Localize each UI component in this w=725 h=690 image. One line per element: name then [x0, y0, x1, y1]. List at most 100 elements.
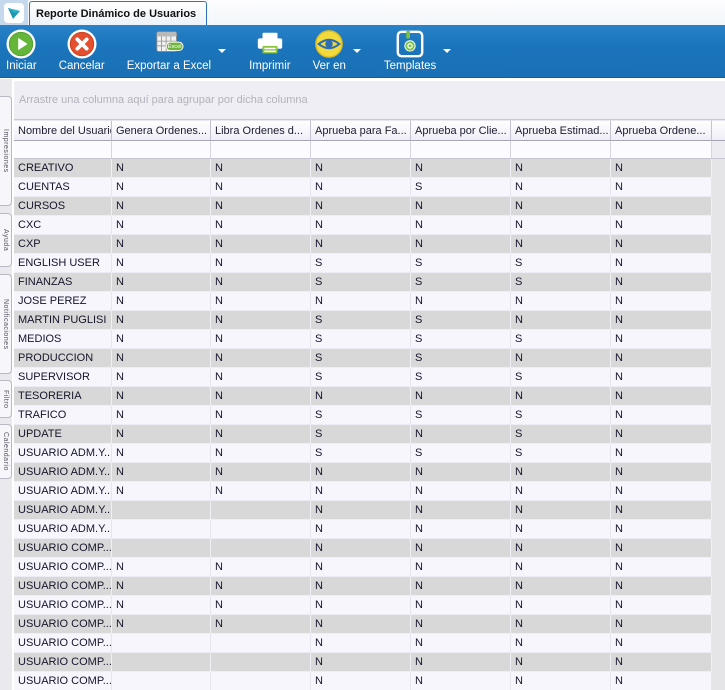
table-cell[interactable]: USUARIO ADM.Y... — [14, 463, 112, 482]
table-cell[interactable]: N — [311, 634, 411, 653]
table-cell[interactable]: N — [112, 482, 211, 501]
table-cell[interactable]: N — [511, 539, 611, 558]
table-cell[interactable]: N — [411, 615, 511, 634]
table-cell[interactable]: UPDATE — [14, 425, 112, 444]
table-cell[interactable]: FINANZAS — [14, 273, 112, 292]
dropdown-arrow-icon[interactable] — [352, 49, 361, 53]
table-row[interactable]: MEDIOS N N S S S N — [14, 330, 725, 349]
table-cell[interactable]: N — [211, 216, 311, 235]
table-cell[interactable]: N — [112, 444, 211, 463]
table-row[interactable]: USUARIO COMP... N N N N N N — [14, 577, 725, 596]
table-cell[interactable]: N — [511, 596, 611, 615]
dropdown-arrow-icon[interactable] — [443, 49, 452, 53]
table-cell[interactable]: USUARIO COMP... — [14, 672, 112, 690]
table-cell[interactable]: S — [511, 425, 611, 444]
filter-cell[interactable] — [211, 141, 311, 159]
table-cell[interactable]: S — [511, 368, 611, 387]
table-cell[interactable]: N — [411, 216, 511, 235]
toolbar-button-templates[interactable]: Templates — [379, 27, 441, 72]
table-cell[interactable]: N — [511, 292, 611, 311]
table-cell[interactable]: N — [611, 558, 712, 577]
table-cell[interactable]: N — [511, 159, 611, 178]
table-cell[interactable]: N — [511, 197, 611, 216]
sidebar-tab-calendario[interactable]: Calendario — [0, 424, 12, 479]
table-cell[interactable]: CURSOS — [14, 197, 112, 216]
table-cell[interactable]: N — [411, 501, 511, 520]
table-cell[interactable]: N — [211, 596, 311, 615]
table-cell[interactable]: N — [611, 216, 712, 235]
table-cell[interactable]: N — [611, 444, 712, 463]
table-cell[interactable]: N — [611, 311, 712, 330]
table-cell[interactable]: S — [311, 273, 411, 292]
table-row[interactable]: TRAFICO N N S S S N — [14, 406, 725, 425]
table-cell[interactable]: N — [112, 311, 211, 330]
sidebar-tab-impresiones[interactable]: Impresiones — [0, 96, 12, 206]
column-header[interactable]: Nombre del Usuario — [14, 120, 112, 141]
table-row[interactable]: CUENTAS N N N S N N — [14, 178, 725, 197]
tab-reporte-dinamico[interactable]: Reporte Dinámico de Usuarios — [29, 1, 208, 25]
table-cell[interactable]: N — [311, 672, 411, 690]
table-cell[interactable]: N — [511, 672, 611, 690]
table-cell[interactable]: MARTIN PUGLISI — [14, 311, 112, 330]
column-header[interactable]: Genera Ordenes... — [112, 120, 211, 141]
table-cell[interactable] — [211, 539, 311, 558]
table-cell[interactable]: USUARIO ADM.Y... — [14, 501, 112, 520]
table-cell[interactable]: N — [112, 349, 211, 368]
table-cell[interactable]: N — [511, 463, 611, 482]
table-cell[interactable]: CREATIVO — [14, 159, 112, 178]
sidebar-tab-ayuda[interactable]: Ayuda — [0, 213, 12, 267]
table-cell[interactable]: S — [511, 444, 611, 463]
table-cell[interactable]: N — [611, 463, 712, 482]
filter-cell[interactable] — [511, 141, 611, 159]
table-cell[interactable]: N — [112, 425, 211, 444]
table-cell[interactable]: TRAFICO — [14, 406, 112, 425]
table-row[interactable]: USUARIO COMP... N N N N — [14, 672, 725, 690]
table-cell[interactable]: N — [411, 558, 511, 577]
table-cell[interactable]: N — [311, 387, 411, 406]
table-cell[interactable]: N — [311, 178, 411, 197]
table-cell[interactable]: USUARIO ADM.Y... — [14, 482, 112, 501]
table-cell[interactable]: S — [511, 273, 611, 292]
table-cell[interactable]: S — [411, 330, 511, 349]
table-cell[interactable]: N — [611, 254, 712, 273]
table-cell[interactable]: N — [211, 349, 311, 368]
table-cell[interactable]: N — [611, 330, 712, 349]
table-cell[interactable]: S — [411, 273, 511, 292]
table-cell[interactable]: USUARIO ADM.Y... — [14, 444, 112, 463]
table-cell[interactable]: N — [112, 216, 211, 235]
table-cell[interactable]: N — [611, 235, 712, 254]
table-cell[interactable]: N — [112, 368, 211, 387]
table-cell[interactable]: N — [311, 482, 411, 501]
table-row[interactable]: USUARIO COMP... N N N N — [14, 653, 725, 672]
table-cell[interactable]: N — [211, 311, 311, 330]
table-cell[interactable]: N — [411, 653, 511, 672]
table-cell[interactable]: N — [411, 463, 511, 482]
table-cell[interactable]: N — [611, 425, 712, 444]
table-row[interactable]: USUARIO COMP... N N N N — [14, 634, 725, 653]
filter-cell[interactable] — [611, 141, 712, 159]
table-cell[interactable]: N — [112, 254, 211, 273]
table-cell[interactable]: N — [411, 159, 511, 178]
table-cell[interactable]: N — [211, 577, 311, 596]
table-cell[interactable]: N — [411, 482, 511, 501]
table-row[interactable]: USUARIO COMP... N N N N N N — [14, 615, 725, 634]
table-cell[interactable]: N — [211, 406, 311, 425]
table-cell[interactable] — [112, 634, 211, 653]
table-cell[interactable]: USUARIO COMP... — [14, 577, 112, 596]
table-row[interactable]: USUARIO ADM.Y... N N N N — [14, 520, 725, 539]
table-cell[interactable]: N — [611, 292, 712, 311]
table-cell[interactable]: N — [112, 197, 211, 216]
table-row[interactable]: USUARIO COMP... N N N N — [14, 539, 725, 558]
table-cell[interactable]: N — [511, 178, 611, 197]
table-cell[interactable]: N — [611, 653, 712, 672]
table-cell[interactable]: N — [411, 197, 511, 216]
table-cell[interactable]: N — [211, 425, 311, 444]
table-cell[interactable]: S — [311, 254, 411, 273]
table-cell[interactable]: N — [511, 577, 611, 596]
column-header[interactable]: Aprueba Ordene... — [611, 120, 712, 141]
table-cell[interactable]: S — [411, 368, 511, 387]
table-cell[interactable]: S — [411, 444, 511, 463]
filter-cell[interactable] — [112, 141, 211, 159]
table-cell[interactable]: S — [411, 406, 511, 425]
table-cell[interactable]: N — [112, 330, 211, 349]
